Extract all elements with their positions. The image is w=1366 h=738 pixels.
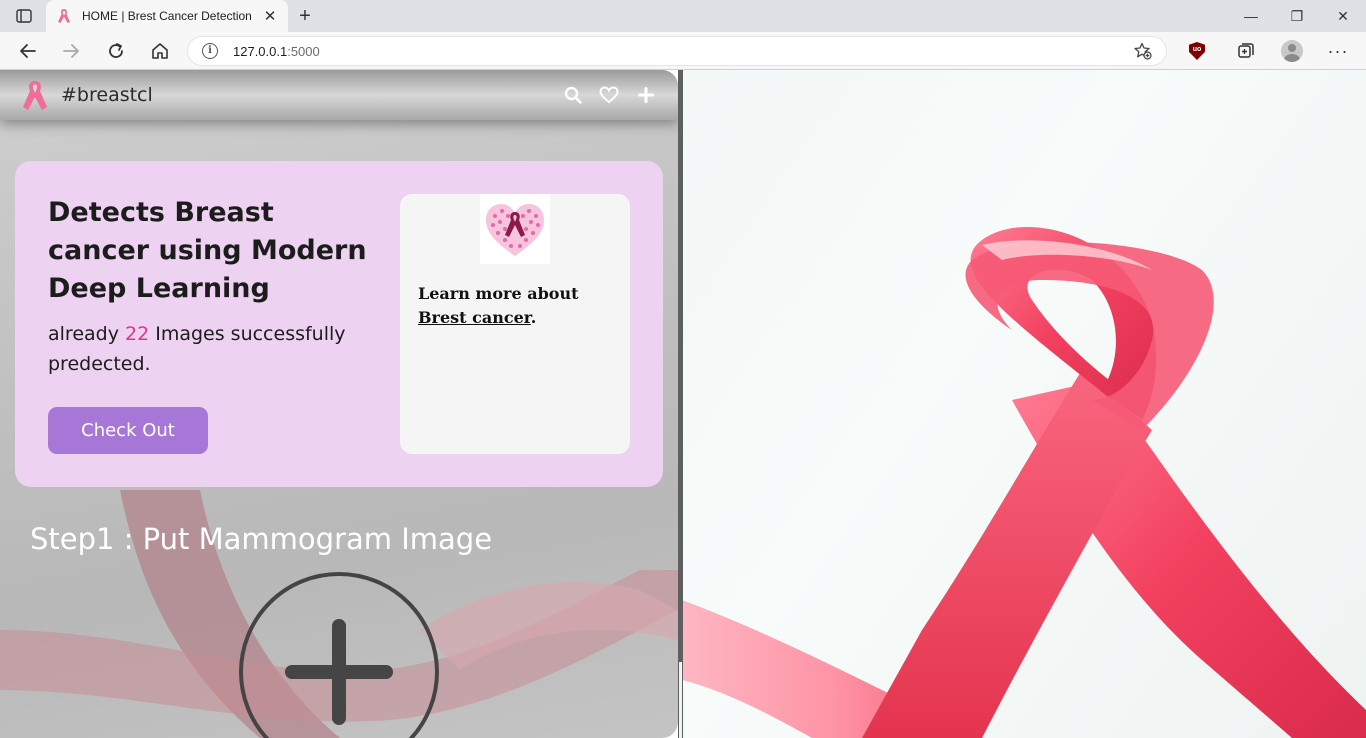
divider-scroll-thumb[interactable] (679, 662, 682, 738)
upload-plus-icon-vertical[interactable] (332, 619, 346, 725)
profile-avatar[interactable] (1278, 37, 1306, 65)
site-header: #breastcl (0, 70, 678, 120)
address-bar[interactable]: i 127.0.0.1:5000 (187, 36, 1167, 66)
refresh-icon[interactable] (102, 37, 130, 65)
tab-actions-icon[interactable] (12, 6, 36, 26)
ribbon-logo-icon[interactable] (20, 80, 50, 112)
search-icon[interactable] (562, 84, 584, 106)
site-brand[interactable]: #breastcl (61, 84, 153, 106)
panel-divider (678, 70, 683, 738)
hero-title: Detects Breast cancer using Modern Deep … (48, 197, 367, 304)
hero-description: already 22 Images successfully predected… (48, 323, 346, 375)
heart-icon[interactable] (598, 84, 620, 106)
predicted-count: 22 (125, 323, 150, 345)
more-options-icon[interactable]: ··· (1324, 37, 1352, 65)
close-window-button[interactable]: ✕ (1320, 0, 1366, 32)
home-icon[interactable] (146, 37, 174, 65)
minimize-button[interactable]: — (1228, 0, 1274, 32)
heart-ribbon-image (480, 194, 550, 264)
back-arrow-icon[interactable] (14, 37, 42, 65)
plus-icon[interactable] (635, 84, 657, 106)
step-title: Step1 : Put Mammogram Image (30, 522, 493, 556)
new-tab-button[interactable]: + (292, 4, 318, 28)
brest-cancer-link[interactable]: Brest cancer (418, 308, 531, 327)
url-text: 127.0.0.1:5000 (233, 44, 320, 59)
site-info-icon[interactable]: i (202, 43, 218, 59)
ribbon-favicon-icon (58, 9, 70, 23)
tab-title: HOME | Brest Cancer Detection (82, 9, 252, 23)
hero-card: Detects Breast cancer using Modern Deep … (15, 161, 663, 487)
forward-arrow-icon[interactable] (57, 37, 85, 65)
ribbon-photo (682, 70, 1366, 738)
restore-button[interactable]: ❐ (1274, 0, 1320, 32)
web-page: #breastcl Detects Breast cancer using Mo… (0, 70, 1366, 738)
left-panel: #breastcl Detects Breast cancer using Mo… (0, 70, 678, 738)
browser-toolbar: i 127.0.0.1:5000 uo ··· (0, 32, 1366, 70)
check-out-button[interactable]: Check Out (48, 407, 208, 454)
browser-tab[interactable]: HOME | Brest Cancer Detection ✕ (46, 0, 288, 32)
info-text: Learn more about Brest cancer. (418, 284, 579, 327)
info-card: Learn more about Brest cancer. (400, 194, 630, 454)
add-favorite-icon[interactable] (1134, 42, 1152, 65)
tab-close-icon[interactable]: ✕ (262, 7, 278, 25)
collections-icon[interactable] (1232, 37, 1260, 65)
browser-tabstrip: HOME | Brest Cancer Detection ✕ + — ❐ ✕ (0, 0, 1366, 32)
pink-ribbon-image (682, 226, 1366, 738)
ublock-extension-icon[interactable]: uo (1183, 37, 1211, 65)
